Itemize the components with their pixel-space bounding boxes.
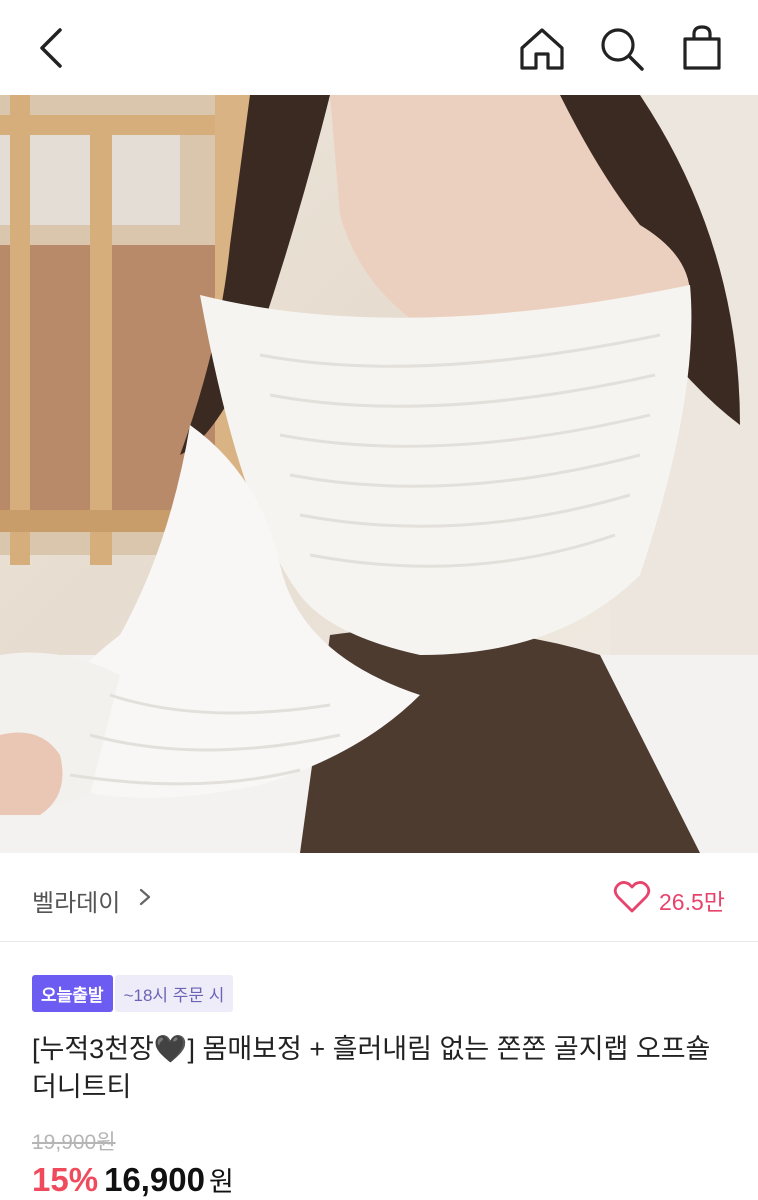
sale-price: 16,900 (104, 1161, 205, 1198)
today-shipping-badge: 오늘출발 (32, 975, 113, 1012)
currency-unit: 원 (209, 1167, 234, 1197)
seller-name[interactable]: 벨라데이 (32, 883, 120, 918)
product-photo (0, 95, 758, 853)
product-title: [누적3천장🖤] 몸매보정 + 흘러내림 없는 쫀쫀 골지랩 오프숄더니트티 (32, 1034, 711, 1102)
back-arrow-icon[interactable] (34, 26, 70, 70)
search-icon[interactable] (599, 26, 645, 72)
shopping-bag-icon[interactable] (680, 24, 724, 72)
original-price: 19,900원 (32, 1131, 116, 1154)
delivery-badges: 오늘출발 ~18시 주문 시 (32, 975, 234, 1012)
price-row: 15% 16,900 원 (32, 1160, 234, 1199)
home-icon[interactable] (518, 26, 566, 72)
top-bar (0, 0, 758, 95)
discount-rate: 15% (32, 1161, 99, 1198)
order-cutoff-badge: ~18시 주문 시 (114, 975, 234, 1012)
like-count: 26.5만 (659, 889, 725, 915)
product-image-gallery[interactable] (0, 95, 758, 853)
heart-icon[interactable] (613, 880, 651, 914)
chevron-right-icon[interactable] (138, 887, 152, 907)
seller-row[interactable]: 벨라데이 26.5만 (0, 853, 758, 942)
